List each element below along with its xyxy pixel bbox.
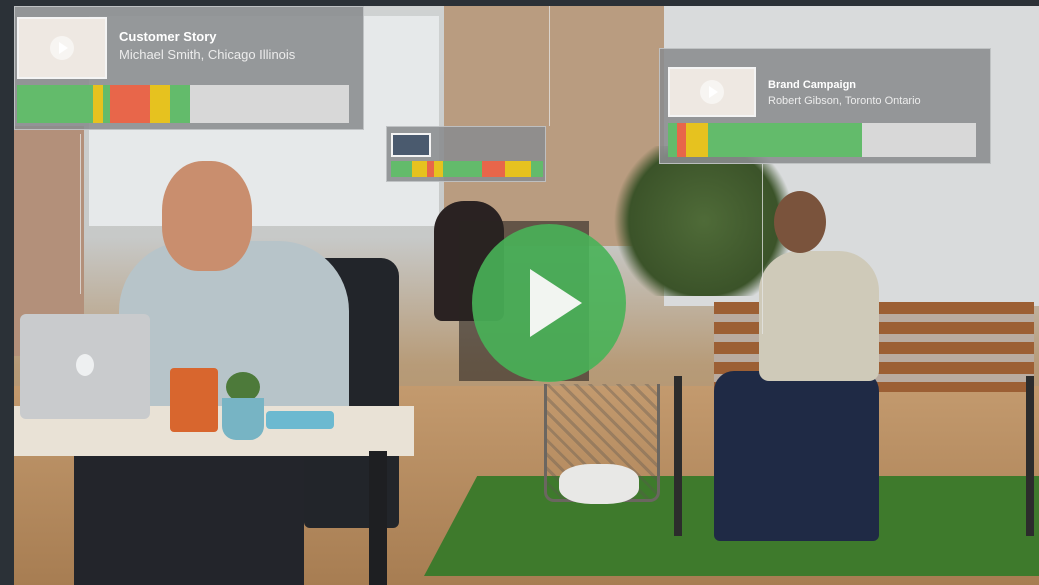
person-right-head [774, 191, 826, 253]
bar-segment [686, 123, 709, 157]
card-subtitle: Michael Smith, Chicago Illinois [119, 47, 296, 62]
bar-segment [412, 161, 428, 177]
bar-segment [149, 85, 170, 123]
bar-segment [442, 161, 483, 177]
person-left-head [162, 161, 252, 271]
apple-logo-icon [76, 354, 94, 376]
play-button[interactable] [472, 224, 626, 382]
crumpled-paper [559, 464, 639, 504]
connector-line-right [762, 164, 763, 334]
play-icon [50, 36, 74, 60]
laptop [20, 314, 150, 419]
person-right-legs [714, 371, 879, 541]
bar-segment [391, 161, 413, 177]
mug [170, 368, 218, 432]
bar-segment [103, 85, 110, 123]
card-title: Customer Story [119, 29, 217, 44]
bar-segment [530, 161, 543, 177]
connector-line-center [549, 6, 550, 126]
bar-segment [504, 161, 531, 177]
engagement-bar [668, 123, 976, 157]
video-player[interactable]: Customer Story Michael Smith, Chicago Il… [14, 6, 1039, 585]
bar-segment [17, 85, 94, 123]
card-thumbnail[interactable] [391, 133, 431, 157]
card-subtitle: Robert Gibson, Toronto Ontario [768, 95, 921, 107]
bar-segment [93, 85, 104, 123]
bar-segment [677, 123, 687, 157]
bar-segment [708, 123, 863, 157]
engagement-bar [391, 161, 543, 177]
card-thumbnail[interactable] [668, 67, 756, 117]
notebook [266, 411, 334, 429]
connector-line-left [80, 134, 81, 294]
bar-segment [433, 161, 443, 177]
customer-story-card[interactable]: Customer Story Michael Smith, Chicago Il… [14, 6, 364, 130]
play-icon [700, 80, 724, 104]
bar-segment [109, 85, 150, 123]
card-thumbnail[interactable] [17, 17, 107, 79]
plant-pot [222, 398, 264, 440]
play-icon [530, 269, 582, 337]
desk-leg [369, 451, 387, 585]
person-left-legs [74, 456, 304, 585]
bar-segment [862, 123, 976, 157]
bar-segment [482, 161, 505, 177]
bar-segment [189, 85, 349, 123]
brand-campaign-card[interactable]: Brand Campaign Robert Gibson, Toronto On… [659, 48, 991, 164]
card-title: Brand Campaign [768, 79, 857, 91]
engagement-bar [17, 85, 349, 123]
bar-segment [668, 123, 678, 157]
left-frame [0, 0, 14, 585]
bar-segment [169, 85, 190, 123]
person-right [759, 251, 879, 381]
small-video-card[interactable] [386, 126, 546, 182]
